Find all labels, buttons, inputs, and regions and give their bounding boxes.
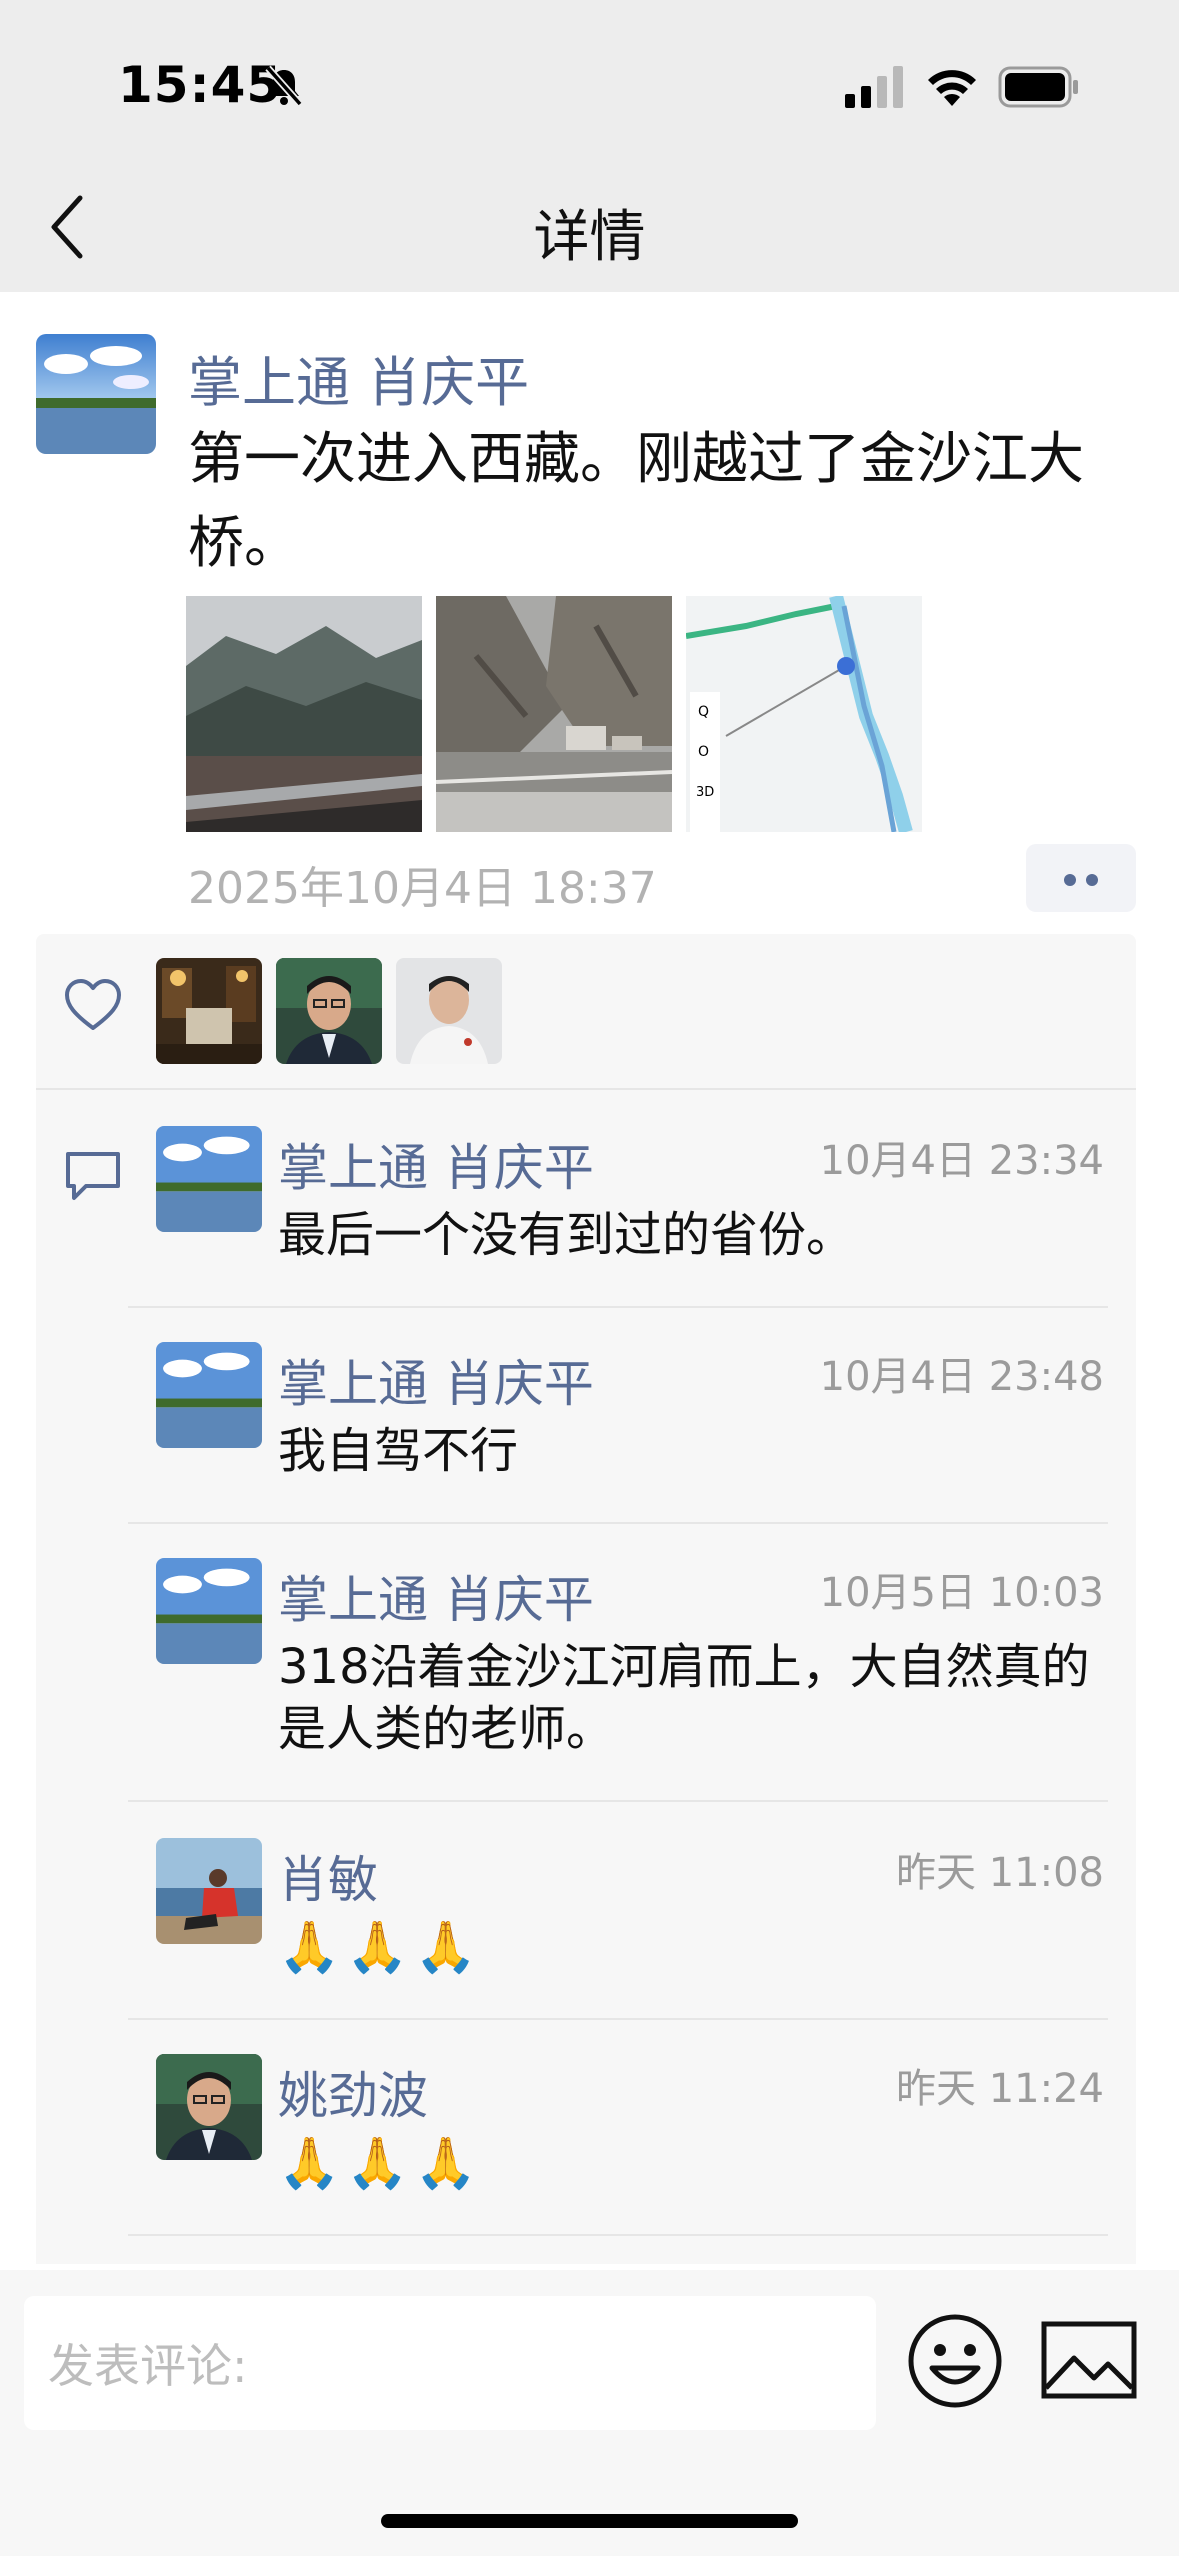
comment-input[interactable]: 发表评论: (24, 2296, 876, 2430)
commenter-name[interactable]: 肖敏 (278, 1840, 378, 1912)
home-indicator (381, 2514, 798, 2528)
liker-avatar[interactable] (276, 958, 382, 1064)
commenter-name[interactable]: 掌上通 肖庆平 (278, 1128, 594, 1200)
post-photo-1[interactable] (186, 596, 422, 832)
status-time: 15:45 (118, 56, 283, 114)
comment-time: 10月4日 23:34 (819, 1138, 1104, 1184)
wifi-icon (928, 70, 976, 106)
image-icon[interactable] (1040, 2320, 1138, 2400)
post-author-avatar[interactable] (36, 334, 156, 454)
comment-item[interactable]: 姚劲波 昨天 11:24 🙏🙏🙏 (128, 2054, 1108, 2236)
comment-time: 昨天 11:08 (896, 1850, 1104, 1896)
post-author-name[interactable]: 掌上通 肖庆平 (188, 338, 529, 417)
post-more-button[interactable] (1026, 844, 1136, 912)
comment-text: 我自驾不行 (278, 1423, 519, 1479)
heart-outline-icon (65, 979, 121, 1030)
comment-bubble-icon (66, 1152, 120, 1200)
top-bar: 15:45 详情 (0, 0, 1179, 292)
commenter-avatar[interactable] (156, 2054, 262, 2160)
comment-item[interactable]: 掌上通 肖庆平 10月5日 10:03 318沿着金沙江河肩而上，大自然真的是人… (128, 1558, 1108, 1802)
commenter-name[interactable]: 掌上通 肖庆平 (278, 1560, 594, 1632)
cellular-signal-icon (845, 66, 903, 108)
comment-text: 🙏🙏🙏 (278, 2134, 483, 2192)
comment-time: 昨天 11:24 (896, 2066, 1104, 2112)
comment-item[interactable]: 掌上通 肖庆平 10月4日 23:34 最后一个没有到过的省份。 (128, 1126, 1108, 1308)
comment-item[interactable]: 肖敏 昨天 11:08 🙏🙏🙏 (128, 1838, 1108, 2020)
post-text: 第一次进入西藏。刚越过了金沙江大桥。 (188, 427, 1084, 576)
page-title: 详情 (533, 205, 646, 270)
comment-text: 318沿着金沙江河肩而上，大自然真的是人类的老师。 (278, 1639, 1090, 1757)
more-dot-icon (1064, 874, 1076, 886)
mute-bell-icon (265, 65, 303, 107)
svg-text:3D: 3D (696, 785, 714, 800)
commenter-avatar[interactable] (156, 1342, 262, 1448)
svg-text:Q: Q (698, 704, 709, 720)
battery-icon (998, 66, 1078, 108)
emoji-icon[interactable] (906, 2312, 1004, 2410)
divider (128, 1306, 1108, 1308)
divider (128, 1800, 1108, 1802)
commenter-name[interactable]: 姚劲波 (278, 2056, 428, 2128)
comment-time: 10月4日 23:48 (819, 1354, 1104, 1400)
liker-avatar[interactable] (396, 958, 502, 1064)
commenter-avatar[interactable] (156, 1126, 262, 1232)
more-dot-icon (1086, 874, 1098, 886)
svg-text:O: O (698, 744, 709, 760)
liker-avatar[interactable] (156, 958, 262, 1064)
commenter-avatar[interactable] (156, 1838, 262, 1944)
post-photo-2[interactable] (436, 596, 672, 832)
divider (128, 2018, 1108, 2020)
comment-item[interactable]: 掌上通 肖庆平 10月4日 23:48 我自驾不行 (128, 1342, 1108, 1524)
comment-text: 最后一个没有到过的省份。 (278, 1207, 855, 1263)
commenter-avatar[interactable] (156, 1558, 262, 1664)
post-timestamp: 2025年10月4日 18:37 (188, 863, 657, 914)
divider (128, 1522, 1108, 1524)
post-photo-3-map[interactable]: Q O 3D (686, 596, 922, 832)
divider (128, 2234, 1108, 2236)
comment-text: 🙏🙏🙏 (278, 1918, 483, 1976)
comment-time: 10月5日 10:03 (819, 1570, 1104, 1616)
commenter-name[interactable]: 掌上通 肖庆平 (278, 1344, 594, 1416)
